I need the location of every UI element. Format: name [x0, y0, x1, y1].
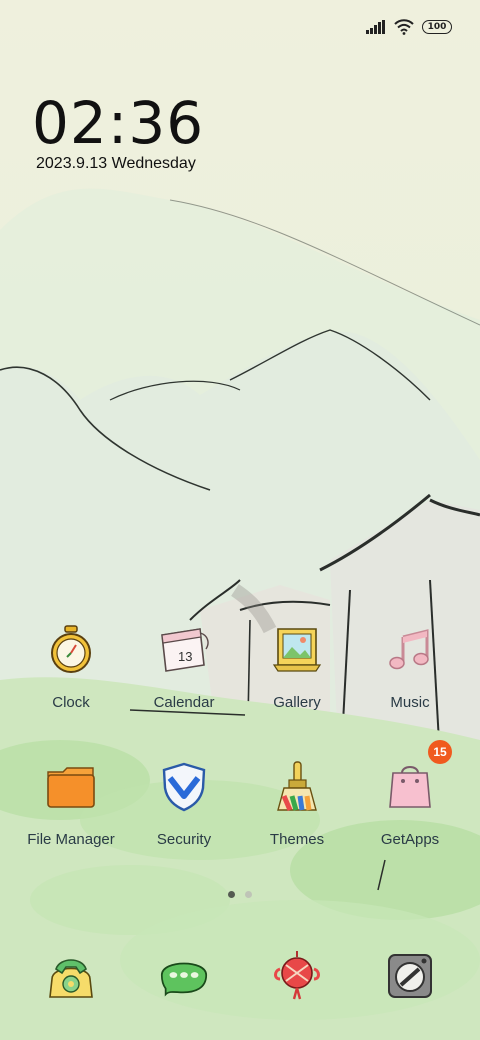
notification-badge: 15: [428, 740, 452, 764]
app-themes[interactable]: Themes: [239, 759, 355, 848]
status-bar: 100: [366, 16, 452, 38]
app-gallery[interactable]: Gallery: [239, 622, 355, 711]
page-indicator[interactable]: [0, 891, 480, 898]
gallery-icon: [269, 622, 325, 678]
battery-icon: 100: [422, 20, 452, 34]
app-label: Security: [156, 831, 212, 848]
app-label: Calendar: [153, 694, 215, 711]
app-label: Gallery: [273, 694, 321, 711]
calendar-day: 13: [178, 649, 192, 664]
dock-phone[interactable]: [13, 948, 129, 1004]
folder-icon: [43, 759, 99, 815]
app-security[interactable]: Security: [126, 759, 242, 848]
app-getapps[interactable]: GetApps: [352, 759, 468, 848]
clock-date[interactable]: 2023.9.13 Wednesday: [36, 155, 196, 173]
page-dot[interactable]: [245, 891, 252, 898]
wifi-icon: [394, 19, 414, 35]
music-icon: [382, 622, 438, 678]
shopping-bag-icon: [382, 759, 438, 815]
browser-icon: [269, 948, 325, 1004]
messages-icon: [156, 948, 212, 1004]
app-label: Clock: [52, 694, 90, 711]
app-calendar[interactable]: 13 Calendar: [126, 622, 242, 711]
paintbrush-icon: [269, 759, 325, 815]
security-shield-icon: [156, 759, 212, 815]
page-dot-active[interactable]: [228, 891, 235, 898]
app-label: GetApps: [380, 831, 440, 848]
clock-time[interactable]: 02:36: [32, 88, 204, 158]
dock-messages[interactable]: [126, 948, 242, 1004]
phone-icon: [43, 948, 99, 1004]
app-label: File Manager: [27, 831, 115, 848]
signal-icon: [366, 20, 385, 34]
calendar-icon: 13: [156, 622, 212, 678]
app-file-manager[interactable]: File Manager: [13, 759, 129, 848]
battery-level: 100: [427, 22, 447, 32]
dock-camera[interactable]: [352, 948, 468, 1004]
dock-browser[interactable]: [239, 948, 355, 1004]
app-label: Music: [390, 694, 430, 711]
clock-icon: [43, 622, 99, 678]
app-music[interactable]: Music: [352, 622, 468, 711]
app-clock[interactable]: Clock: [13, 622, 129, 711]
camera-icon: [382, 948, 438, 1004]
dock: [0, 948, 480, 1008]
app-label: Themes: [269, 831, 325, 848]
